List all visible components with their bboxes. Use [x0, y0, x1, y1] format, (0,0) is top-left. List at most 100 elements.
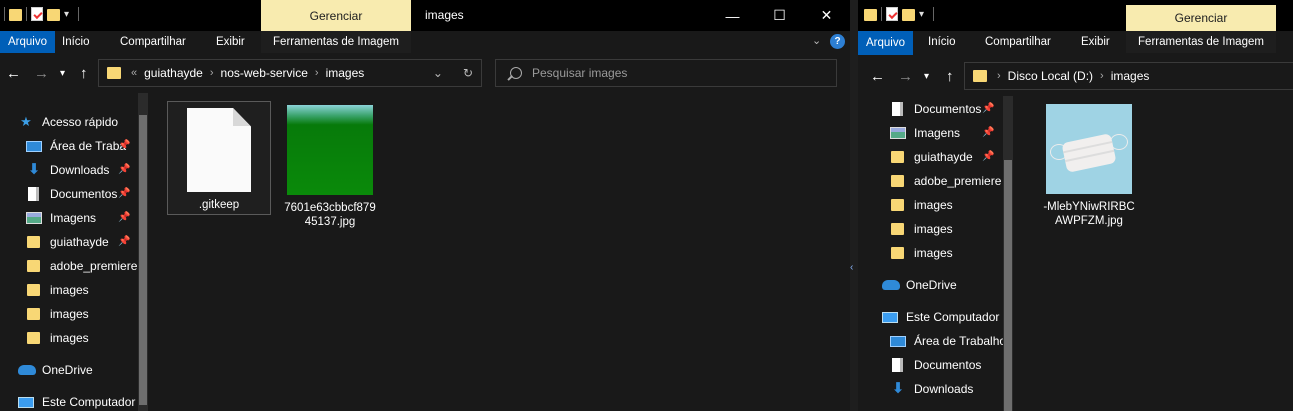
file-tile[interactable]: .gitkeep	[167, 101, 271, 215]
breadcrumb-guiathayde[interactable]: guiathayde	[144, 66, 203, 80]
context-tab-gerenciar[interactable]: Gerenciar	[261, 0, 411, 31]
breadcrumb-nos-web-service[interactable]: nos-web-service	[221, 66, 308, 80]
folder-icon	[891, 151, 904, 163]
chevron-right-icon[interactable]: ›	[997, 70, 1001, 82]
tab-compartilhar[interactable]: Compartilhar	[977, 31, 1059, 53]
breadcrumb-disco-local[interactable]: Disco Local (D:)	[1008, 69, 1093, 83]
nav-item-images[interactable]: images	[26, 326, 89, 350]
forward-arrow-icon[interactable]: →	[34, 65, 49, 82]
breadcrumb-images[interactable]: images	[1111, 69, 1150, 83]
tab-compartilhar[interactable]: Compartilhar	[112, 31, 194, 53]
desktop-gap: ‹	[850, 0, 858, 411]
nav-item-acesso-rapido[interactable]: ★ Acesso rápido	[18, 110, 118, 134]
nav-item-documentos[interactable]: Documentos	[890, 353, 981, 377]
address-row: ← → ▾ ↑ › Disco Local (D:) › images	[858, 56, 1293, 96]
chevron-down-icon[interactable]: ⌄	[433, 66, 443, 80]
file-tile[interactable]: -MlebYNiwRIRBCAWPFZM.jpg	[1037, 104, 1141, 228]
back-arrow-icon[interactable]: ←	[870, 68, 885, 85]
folder-icon	[891, 199, 904, 211]
nav-item-images[interactable]: images	[26, 302, 89, 326]
nav-item-downloads[interactable]: ⬇ Downloads	[26, 158, 110, 182]
nav-scrollbar-thumb[interactable]	[1004, 160, 1012, 411]
minimize-button[interactable]: —	[709, 0, 756, 31]
nav-item-este-computador[interactable]: Este Computador	[18, 390, 135, 411]
folder-icon[interactable]	[864, 8, 877, 21]
image-thumbnail	[287, 105, 373, 195]
nav-item-imagens[interactable]: Imagens	[890, 121, 960, 145]
context-tab-gerenciar[interactable]: Gerenciar	[1126, 5, 1276, 31]
nav-item-documentos[interactable]: Documentos	[26, 182, 117, 206]
tab-exibir[interactable]: Exibir	[208, 31, 253, 53]
pin-icon: 📌	[118, 212, 131, 223]
nav-item-downloads[interactable]: ⬇ Downloads	[890, 377, 974, 401]
breadcrumb-overflow[interactable]: «	[131, 67, 137, 79]
computer-icon	[882, 311, 898, 323]
tab-inicio[interactable]: Início	[920, 31, 964, 53]
address-bar[interactable]: « guiathayde › nos-web-service › images …	[98, 59, 482, 87]
folder-icon[interactable]	[9, 8, 22, 21]
breadcrumb-images[interactable]: images	[326, 66, 365, 80]
properties-icon[interactable]	[31, 7, 43, 21]
tab-ferramentas-de-imagem[interactable]: Ferramentas de Imagem	[1126, 31, 1276, 53]
maximize-button[interactable]: ☐	[756, 0, 803, 31]
nav-item-onedrive[interactable]: OneDrive	[18, 358, 93, 382]
documents-icon	[892, 358, 903, 372]
chevron-right-icon[interactable]: ›	[1100, 70, 1104, 82]
pin-icon: 📌	[982, 151, 995, 162]
nav-item-onedrive[interactable]: OneDrive	[882, 273, 957, 297]
close-button[interactable]: ✕	[803, 0, 850, 31]
nav-item-imagens[interactable]: Imagens	[26, 206, 96, 230]
tab-arquivo[interactable]: Arquivo	[0, 31, 55, 53]
file-list: .gitkeep 7601e63cbbcf87945137.jpg	[150, 93, 850, 411]
expand-ribbon-icon[interactable]: ⌄	[812, 34, 821, 47]
new-folder-icon[interactable]	[47, 8, 60, 21]
nav-item-guiathayde[interactable]: guiathayde	[26, 230, 109, 254]
title-bar[interactable]: ▾ Gerenciar images — ☐ ✕	[0, 0, 850, 31]
chevron-right-icon[interactable]: ›	[210, 67, 214, 79]
nav-item-images[interactable]: images	[890, 217, 953, 241]
nav-item-guiathayde[interactable]: guiathayde	[890, 145, 973, 169]
pin-icon: 📌	[118, 164, 131, 175]
nav-item-images[interactable]: images	[890, 193, 953, 217]
new-folder-icon[interactable]	[902, 8, 915, 21]
folder-icon	[27, 284, 40, 296]
chevron-right-icon[interactable]: ›	[315, 67, 319, 79]
tab-arquivo[interactable]: Arquivo	[858, 31, 913, 55]
up-arrow-icon[interactable]: ↑	[946, 68, 954, 85]
nav-scrollbar[interactable]	[1003, 96, 1013, 411]
nav-item-este-computador[interactable]: Este Computador	[882, 305, 999, 329]
customize-qat-icon[interactable]: ▾	[919, 9, 929, 20]
customize-qat-icon[interactable]: ▾	[64, 9, 74, 20]
forward-arrow-icon[interactable]: →	[898, 68, 913, 85]
pin-icon: 📌	[118, 188, 131, 199]
tab-inicio[interactable]: Início	[54, 31, 98, 53]
address-bar[interactable]: › Disco Local (D:) › images	[964, 62, 1293, 90]
file-tile[interactable]: 7601e63cbbcf87945137.jpg	[278, 101, 382, 229]
tab-exibir[interactable]: Exibir	[1073, 31, 1118, 53]
pin-icon: 📌	[118, 140, 131, 151]
qat-separator	[26, 7, 27, 21]
background-fragment-icon: ‹	[850, 262, 854, 273]
star-icon: ★	[20, 114, 32, 129]
nav-item-images[interactable]: images	[890, 241, 953, 265]
nav-scrollbar[interactable]	[138, 93, 148, 411]
nav-item-documentos[interactable]: Documentos	[890, 97, 981, 121]
back-arrow-icon[interactable]: ←	[6, 65, 21, 82]
navigation-pane: Documentos 📌 Imagens 📌 guiathayde 📌 adob…	[858, 96, 1013, 411]
title-bar[interactable]: ▾ Gerenciar	[858, 0, 1293, 31]
up-arrow-icon[interactable]: ↑	[80, 65, 88, 82]
refresh-icon[interactable]: ↻	[463, 66, 473, 80]
properties-icon[interactable]	[886, 7, 898, 21]
nav-item-adobe-premiere[interactable]: adobe_premiere	[26, 254, 137, 278]
nav-item-area-de-trabalho[interactable]: Área de Traba	[26, 134, 126, 158]
nav-item-adobe-premiere[interactable]: adobe_premiere	[890, 169, 1001, 193]
nav-item-area-de-trabalho[interactable]: Área de Trabalho	[890, 329, 1006, 353]
search-input[interactable]: Pesquisar images	[495, 59, 837, 87]
help-icon[interactable]: ?	[830, 34, 845, 49]
recent-locations-icon[interactable]: ▾	[60, 68, 65, 79]
recent-locations-icon[interactable]: ▾	[924, 71, 929, 82]
tab-ferramentas-de-imagem[interactable]: Ferramentas de Imagem	[261, 31, 411, 53]
folder-icon	[973, 70, 987, 82]
nav-scrollbar-thumb[interactable]	[139, 115, 147, 405]
nav-item-images[interactable]: images	[26, 278, 89, 302]
